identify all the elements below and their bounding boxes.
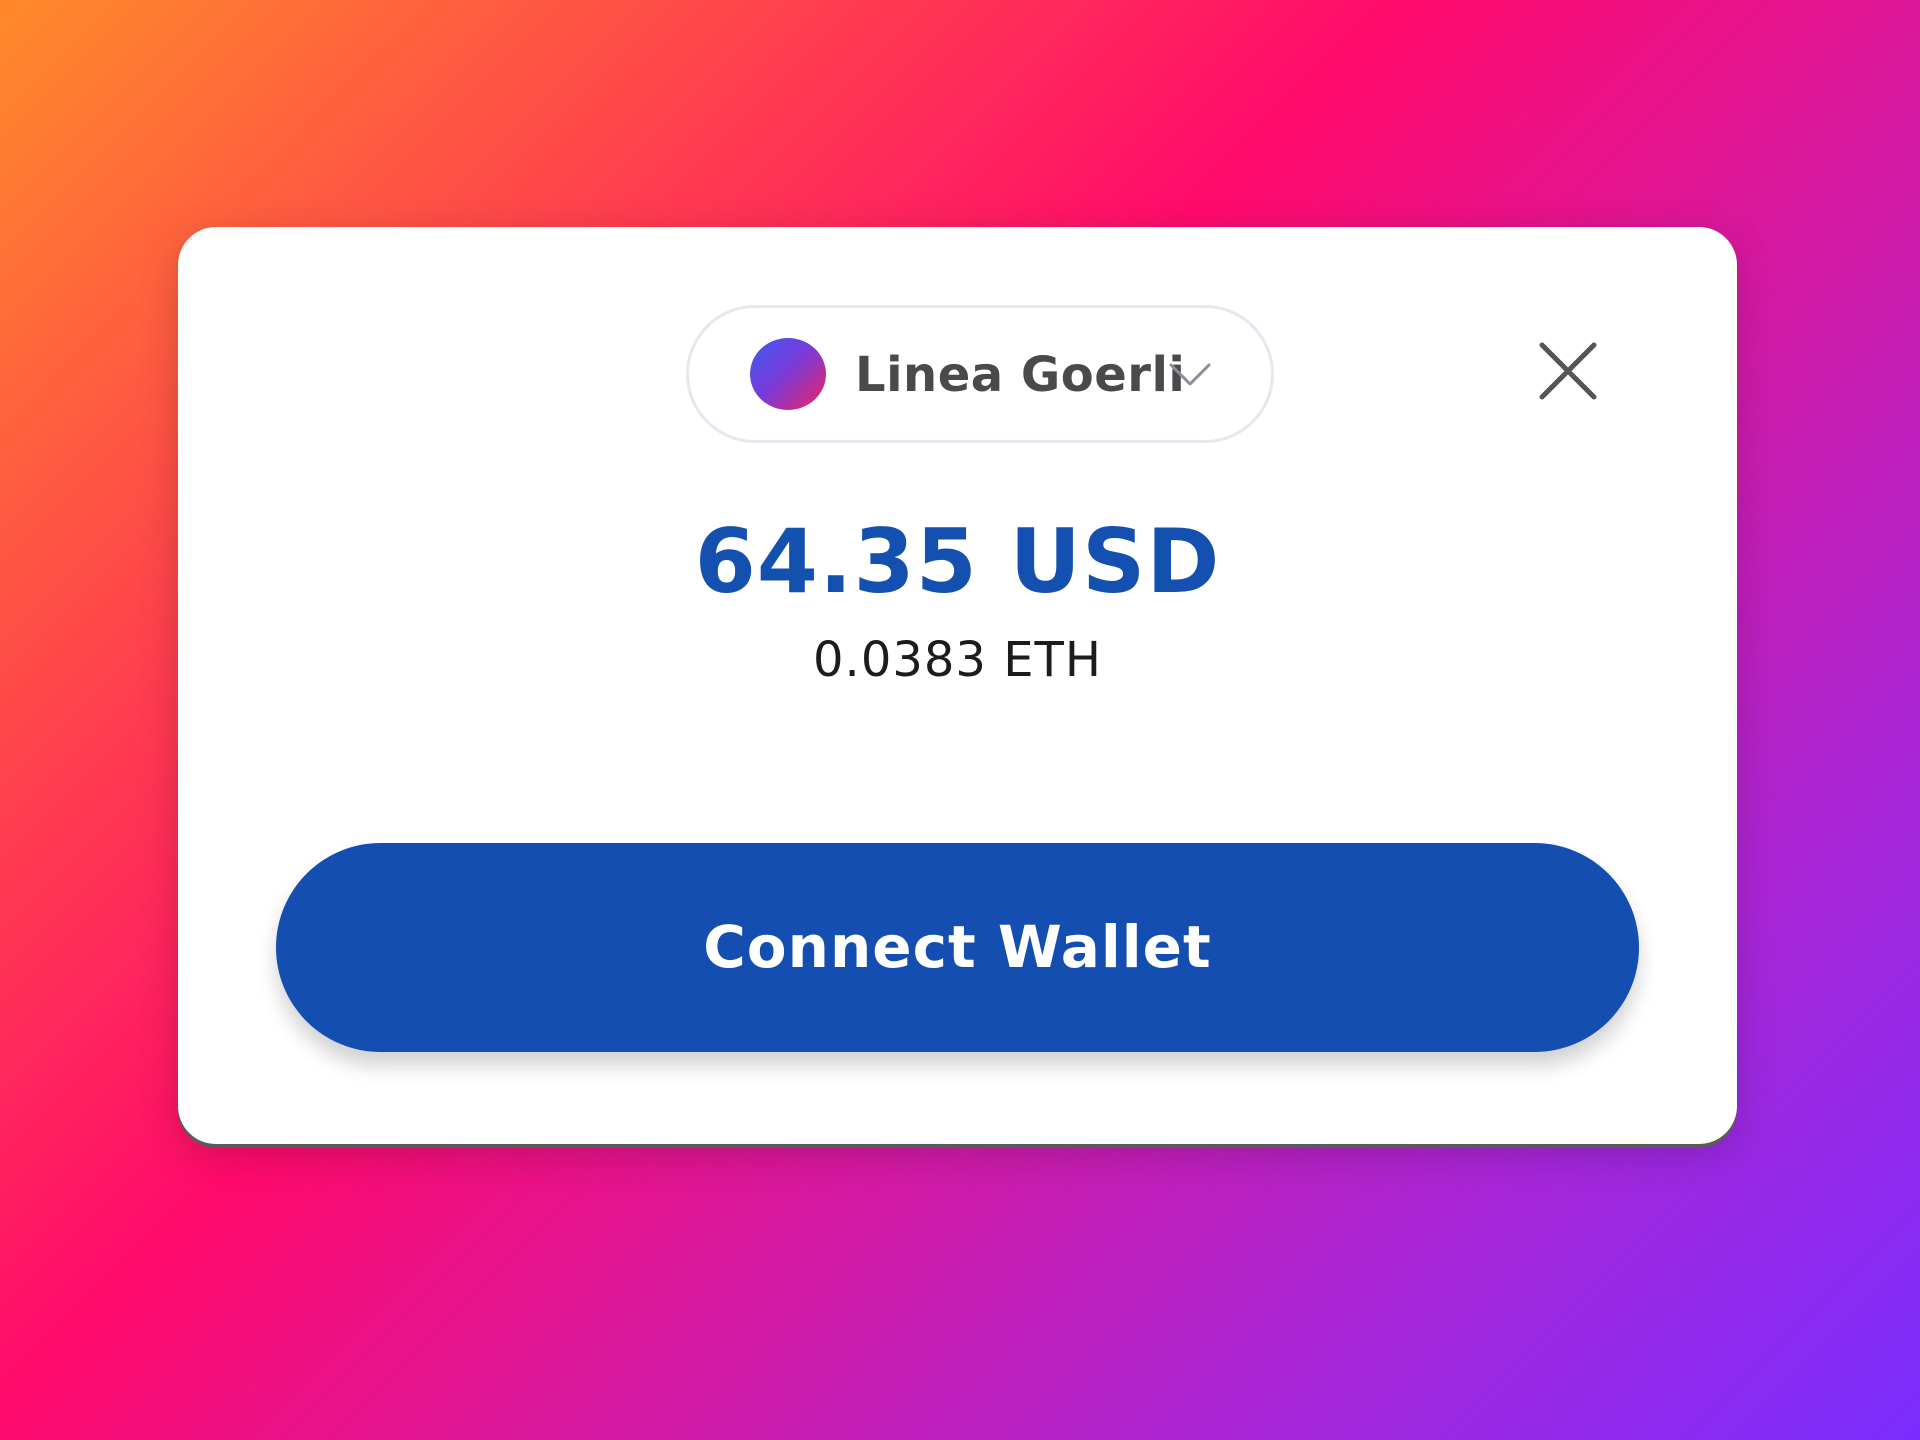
- network-selector[interactable]: Linea Goerli: [686, 305, 1274, 443]
- connect-wallet-button[interactable]: Connect Wallet: [276, 843, 1639, 1052]
- usd-balance: 64.35 USD: [694, 510, 1221, 613]
- wallet-card: Linea Goerli 64.35 USD 0.0383 ETH Connec…: [178, 227, 1737, 1144]
- eth-balance: 0.0383 ETH: [813, 632, 1102, 688]
- network-gradient-icon: [750, 338, 826, 410]
- chevron-down-icon: [1169, 363, 1211, 386]
- close-icon[interactable]: [1536, 339, 1600, 403]
- network-label: Linea Goerli: [855, 347, 1186, 403]
